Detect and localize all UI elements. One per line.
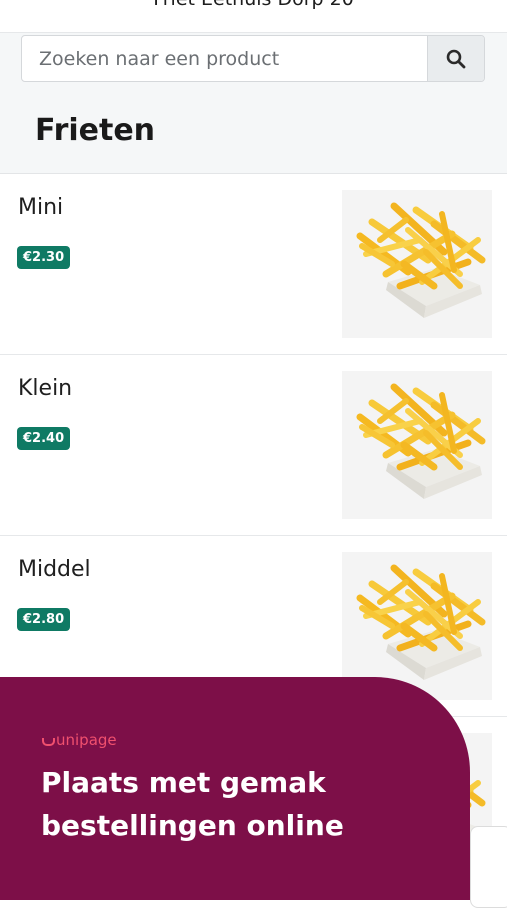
fries-image xyxy=(342,190,492,338)
promo-headline: Plaats met gemak bestellingen online xyxy=(41,766,344,842)
price-badge: €2.80 xyxy=(17,608,71,631)
floating-card xyxy=(470,826,507,908)
product-name: Klein xyxy=(18,376,73,401)
product-item-klein[interactable]: Klein €2.40 xyxy=(0,355,507,536)
unipage-logo-mark xyxy=(42,738,55,746)
unipage-logo: unipage xyxy=(42,731,117,749)
price-badge: €2.40 xyxy=(17,427,71,450)
search-button[interactable] xyxy=(427,36,484,81)
unipage-logo-text: unipage xyxy=(56,731,117,749)
search-area: Frieten xyxy=(0,33,507,174)
product-item-mini[interactable]: Mini €2.30 xyxy=(0,174,507,355)
price-badge: €2.30 xyxy=(17,246,71,269)
promo-banner[interactable]: unipage Plaats met gemak bestellingen on… xyxy=(0,677,470,900)
category-title: Frieten xyxy=(35,113,156,148)
product-name: Middel xyxy=(18,557,91,582)
fries-image xyxy=(342,371,492,519)
search-icon xyxy=(446,49,466,68)
header-bar: Friet Eethuis Dorp 20 xyxy=(0,0,507,33)
product-name: Mini xyxy=(18,195,64,220)
search-box xyxy=(21,35,485,82)
search-input[interactable] xyxy=(22,36,430,81)
store-name: Friet Eethuis Dorp 20 xyxy=(0,0,507,10)
